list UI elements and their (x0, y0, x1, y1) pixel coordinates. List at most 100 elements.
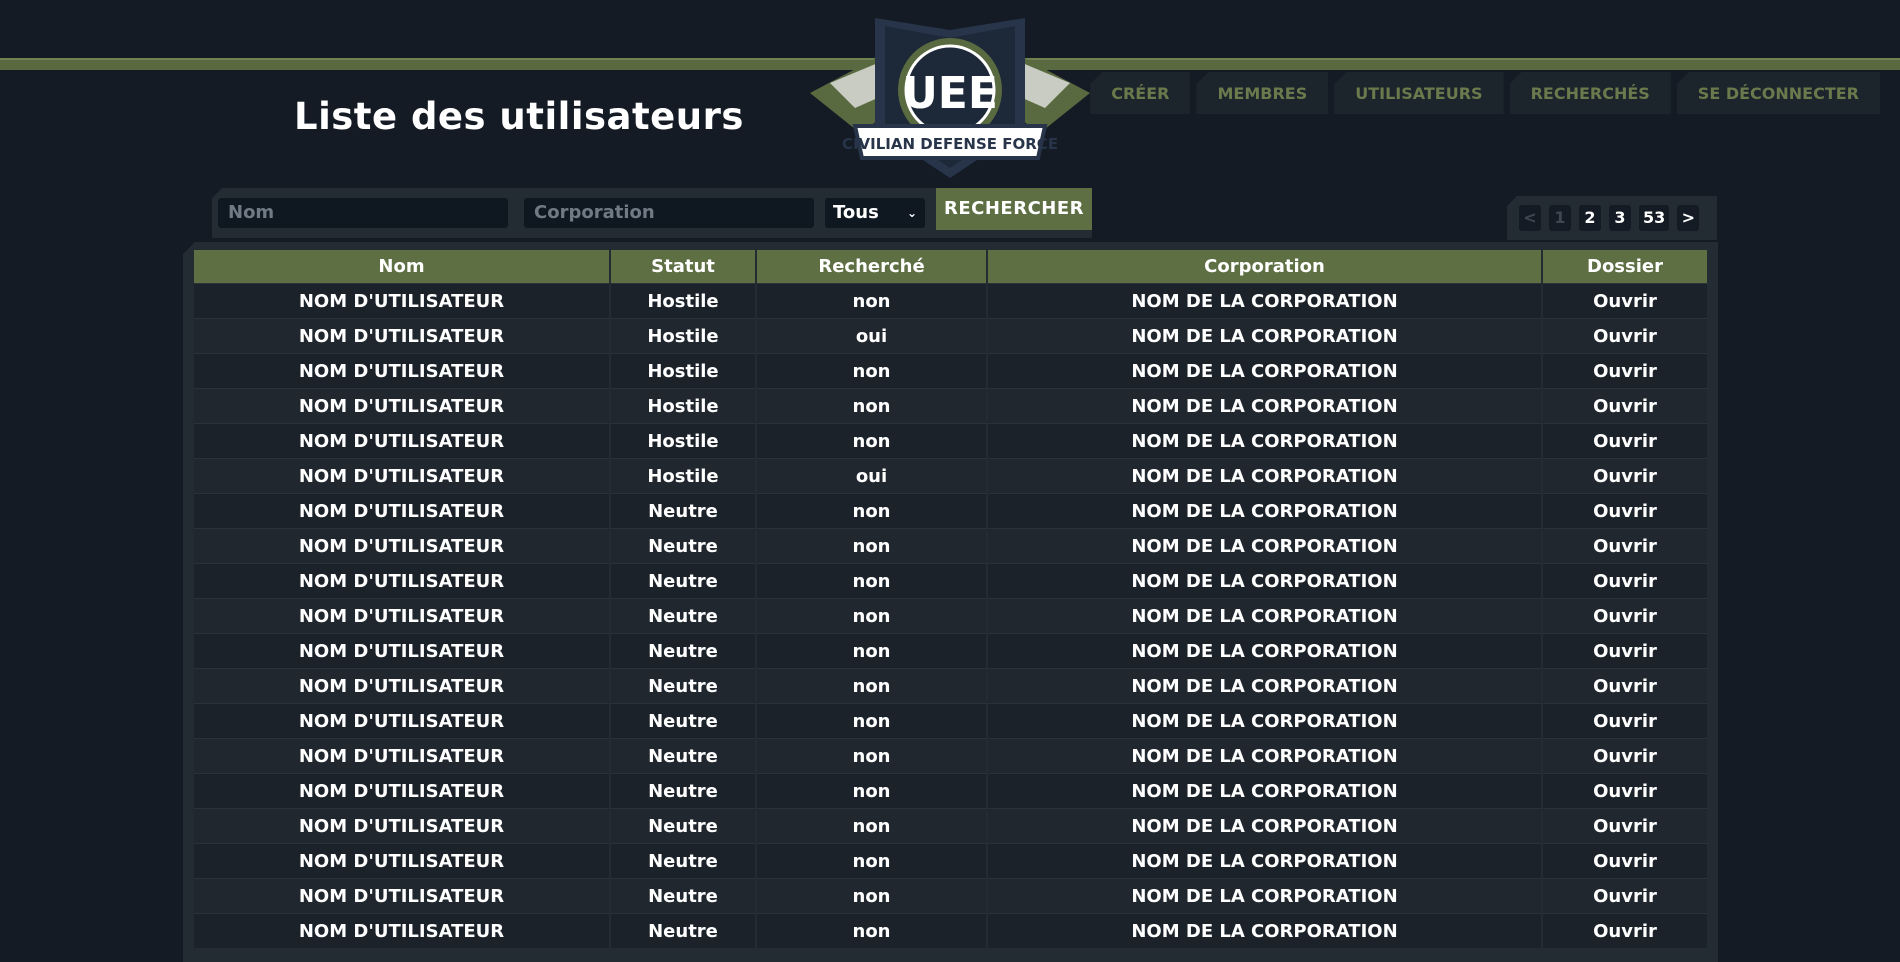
open-file-link[interactable]: Ouvrir (1542, 528, 1709, 564)
corporation-cell: NOM DE LA CORPORATION (987, 528, 1543, 564)
page-title: Liste des utilisateurs (294, 95, 744, 138)
corporation-cell: NOM DE LA CORPORATION (987, 353, 1543, 389)
table-row[interactable]: NOM D'UTILISATEUR Neutre non NOM DE LA CORP… (194, 668, 1709, 704)
page-last-button[interactable]: 53 (1639, 205, 1670, 231)
status-filter-select[interactable]: Tous ⌄ (825, 198, 925, 228)
open-file-link[interactable]: Ouvrir (1542, 423, 1709, 459)
table-header-row: Nom Statut Recherché Corporation Dossier (194, 250, 1709, 284)
table-row[interactable]: NOM D'UTILISATEUR Neutre non NOM DE LA CORP… (194, 808, 1709, 844)
corporation-cell: NOM DE LA CORPORATION (987, 878, 1543, 914)
table-row[interactable]: NOM D'UTILISATEUR Neutre non NOM DE LA CORP… (194, 633, 1709, 669)
page-1-button[interactable]: 1 (1549, 205, 1571, 231)
nav-create[interactable]: CRÉER (1090, 72, 1191, 114)
status-cell: Hostile (610, 318, 757, 354)
corporation-cell: NOM DE LA CORPORATION (987, 388, 1543, 424)
user-name-cell: NOM D'UTILISATEUR (194, 563, 611, 599)
open-file-link[interactable]: Ouvrir (1542, 913, 1709, 948)
column-header-corporation[interactable]: Corporation (987, 250, 1543, 284)
table-row[interactable]: NOM D'UTILISATEUR Neutre non NOM DE LA CORP… (194, 878, 1709, 914)
open-file-link[interactable]: Ouvrir (1542, 738, 1709, 774)
open-file-link[interactable]: Ouvrir (1542, 843, 1709, 879)
table-row[interactable]: NOM D'UTILISATEUR Neutre non NOM DE LA CORP… (194, 913, 1709, 948)
user-name-cell: NOM D'UTILISATEUR (194, 878, 611, 914)
user-name-cell: NOM D'UTILISATEUR (194, 528, 611, 564)
user-name-cell: NOM D'UTILISATEUR (194, 458, 611, 494)
logo-banner-text: CIVILIAN DEFENSE FORCE (842, 135, 1058, 153)
table-row[interactable]: NOM D'UTILISATEUR Neutre non NOM DE LA CORP… (194, 843, 1709, 879)
corporation-search-input[interactable]: Corporation (524, 198, 814, 228)
wanted-cell: non (756, 773, 988, 809)
open-file-link[interactable]: Ouvrir (1542, 563, 1709, 599)
wanted-cell: non (756, 843, 988, 879)
user-name-cell: NOM D'UTILISATEUR (194, 703, 611, 739)
status-cell: Hostile (610, 283, 757, 319)
table-row[interactable]: NOM D'UTILISATEUR Hostile oui NOM DE LA COR… (194, 458, 1709, 494)
wanted-cell: non (756, 563, 988, 599)
user-name-cell: NOM D'UTILISATEUR (194, 388, 611, 424)
open-file-link[interactable]: Ouvrir (1542, 318, 1709, 354)
column-header-status[interactable]: Statut (610, 250, 757, 284)
page-next-button[interactable]: > (1677, 205, 1700, 231)
wanted-cell: non (756, 598, 988, 634)
table-row[interactable]: NOM D'UTILISATEUR Neutre non NOM DE LA CORP… (194, 738, 1709, 774)
table-row[interactable]: NOM D'UTILISATEUR Neutre non NOM DE LA CORP… (194, 773, 1709, 809)
open-file-link[interactable]: Ouvrir (1542, 598, 1709, 634)
user-name-cell: NOM D'UTILISATEUR (194, 318, 611, 354)
users-table: Nom Statut Recherché Corporation Dossier… (194, 250, 1709, 948)
wanted-cell: non (756, 633, 988, 669)
nav-wanted[interactable]: RECHERCHÉS (1509, 72, 1671, 114)
wanted-cell: non (756, 528, 988, 564)
nav-members[interactable]: MEMBRES (1196, 72, 1329, 114)
table-row[interactable]: NOM D'UTILISATEUR Neutre non NOM DE LA CORP… (194, 493, 1709, 529)
status-cell: Hostile (610, 388, 757, 424)
table-row[interactable]: NOM D'UTILISATEUR Hostile non NOM DE LA COR… (194, 388, 1709, 424)
wanted-cell: non (756, 668, 988, 704)
status-cell: Hostile (610, 458, 757, 494)
page-prev-button[interactable]: < (1519, 205, 1541, 231)
corporation-cell: NOM DE LA CORPORATION (987, 668, 1543, 704)
open-file-link[interactable]: Ouvrir (1542, 878, 1709, 914)
page-2-button[interactable]: 2 (1579, 205, 1601, 231)
wanted-cell: non (756, 283, 988, 319)
table-row[interactable]: NOM D'UTILISATEUR Hostile non NOM DE LA COR… (194, 283, 1709, 319)
open-file-link[interactable]: Ouvrir (1542, 353, 1709, 389)
open-file-link[interactable]: Ouvrir (1542, 633, 1709, 669)
open-file-link[interactable]: Ouvrir (1542, 283, 1709, 319)
search-button[interactable]: RECHERCHER (936, 188, 1092, 230)
table-row[interactable]: NOM D'UTILISATEUR Neutre non NOM DE LA CORP… (194, 598, 1709, 634)
page-3-button[interactable]: 3 (1609, 205, 1631, 231)
open-file-link[interactable]: Ouvrir (1542, 493, 1709, 529)
open-file-link[interactable]: Ouvrir (1542, 668, 1709, 704)
column-header-wanted[interactable]: Recherché (756, 250, 988, 284)
open-file-link[interactable]: Ouvrir (1542, 703, 1709, 739)
status-cell: Neutre (610, 738, 757, 774)
open-file-link[interactable]: Ouvrir (1542, 388, 1709, 424)
status-cell: Neutre (610, 528, 757, 564)
user-name-cell: NOM D'UTILISATEUR (194, 808, 611, 844)
corporation-cell: NOM DE LA CORPORATION (987, 738, 1543, 774)
table-row[interactable]: NOM D'UTILISATEUR Hostile non NOM DE LA COR… (194, 353, 1709, 389)
main-nav: CRÉER MEMBRES UTILISATEURS RECHERCHÉS SE… (1090, 72, 1880, 114)
nav-logout[interactable]: SE DÉCONNECTER (1676, 72, 1880, 114)
status-filter-value: Tous (833, 202, 879, 223)
search-bar: Nom Corporation Tous ⌄ RECHERCHER (212, 188, 1092, 238)
open-file-link[interactable]: Ouvrir (1542, 458, 1709, 494)
table-row[interactable]: NOM D'UTILISATEUR Neutre non NOM DE LA CORP… (194, 703, 1709, 739)
table-row[interactable]: NOM D'UTILISATEUR Hostile non NOM DE LA COR… (194, 423, 1709, 459)
name-search-input[interactable]: Nom (218, 198, 508, 228)
wanted-cell: oui (756, 458, 988, 494)
table-row[interactable]: NOM D'UTILISATEUR Neutre non NOM DE LA CORP… (194, 528, 1709, 564)
status-cell: Neutre (610, 493, 757, 529)
corporation-cell: NOM DE LA CORPORATION (987, 283, 1543, 319)
status-cell: Neutre (610, 808, 757, 844)
open-file-link[interactable]: Ouvrir (1542, 808, 1709, 844)
nav-users[interactable]: UTILISATEURS (1334, 72, 1504, 114)
open-file-link[interactable]: Ouvrir (1542, 773, 1709, 809)
column-header-name[interactable]: Nom (194, 250, 611, 284)
table-row[interactable]: NOM D'UTILISATEUR Neutre non NOM DE LA CORP… (194, 563, 1709, 599)
wanted-cell: non (756, 738, 988, 774)
status-cell: Neutre (610, 878, 757, 914)
table-row[interactable]: NOM D'UTILISATEUR Hostile oui NOM DE LA COR… (194, 318, 1709, 354)
status-cell: Neutre (610, 913, 757, 948)
status-cell: Neutre (610, 773, 757, 809)
